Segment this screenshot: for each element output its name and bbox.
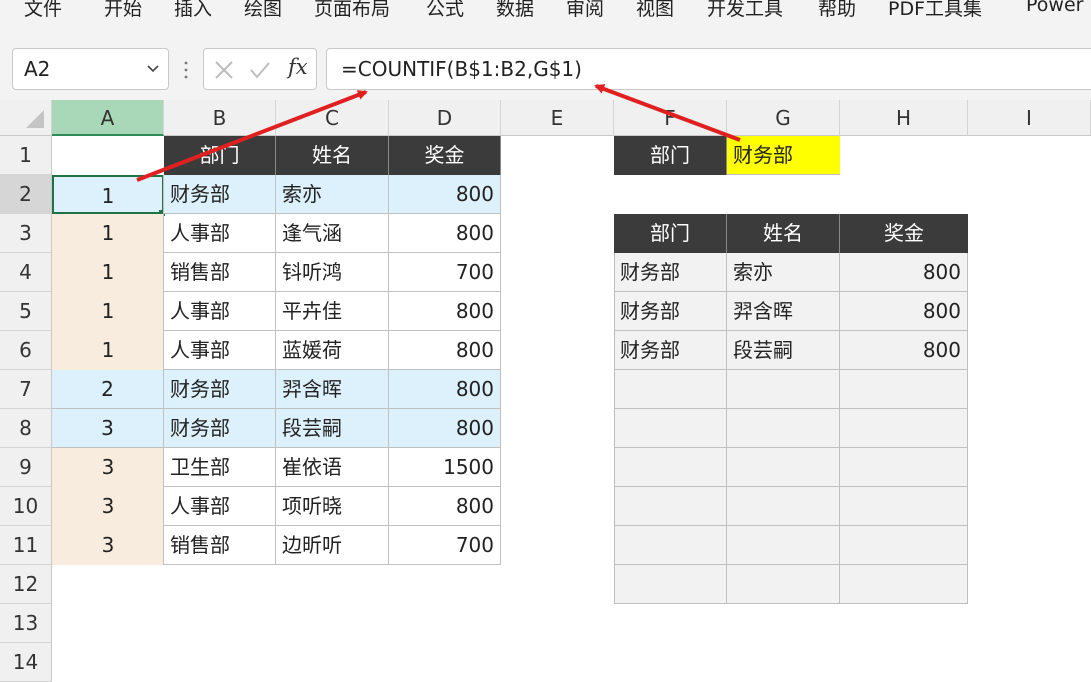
arrow-to-formula-criteria (594, 84, 741, 142)
arrow-to-formula-range (136, 90, 368, 182)
annotation-arrows (136, 84, 741, 182)
